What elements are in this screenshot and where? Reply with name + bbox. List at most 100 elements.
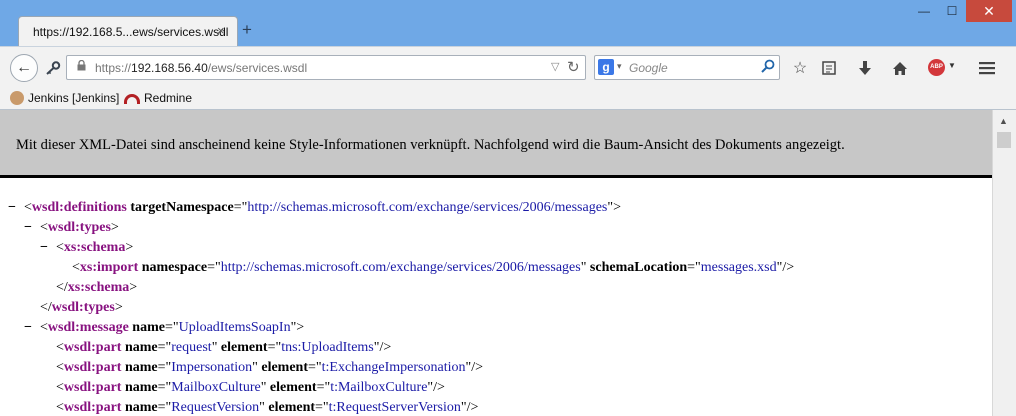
xml-attr-value: t:MailboxCulture — [330, 380, 428, 395]
site-identity-key-icon[interactable] — [40, 57, 66, 79]
home-icon[interactable] — [889, 57, 911, 79]
xml-attr-value: Impersonation — [171, 360, 253, 375]
xml-attr-value: RequestVersion — [171, 400, 260, 415]
star-icon[interactable]: ☆ — [789, 57, 811, 79]
new-tab-icon[interactable]: + — [242, 20, 252, 40]
collapse-toggle-icon[interactable]: − — [24, 318, 40, 338]
xml-attr-value: MailboxCulture — [171, 380, 261, 395]
reload-icon[interactable]: ↻ — [567, 58, 580, 76]
scroll-up-icon[interactable]: ▲ — [999, 116, 1008, 126]
xml-line: <xs:import namespace="http://schemas.mic… — [72, 260, 795, 275]
xml-attr-name: element — [269, 380, 317, 395]
xml-attr-name: name — [124, 360, 158, 375]
xml-bracket: /> — [471, 360, 483, 375]
xml-bracket: < — [56, 400, 64, 415]
bookmarks-toolbar: Jenkins [Jenkins] Redmine — [0, 86, 1016, 110]
xml-tag-name: wsdl:part — [63, 380, 122, 395]
back-button[interactable]: ← — [10, 54, 38, 82]
adblock-dropdown-icon[interactable]: ▼ — [948, 61, 956, 70]
xml-bracket: /> — [433, 380, 445, 395]
xml-attr-value: http://schemas.microsoft.com/exchange/se… — [220, 260, 581, 275]
xml-bracket: < — [56, 380, 64, 395]
xml-tag-name: xs:import — [79, 260, 139, 275]
xml-bracket: > — [125, 240, 134, 255]
xml-bracket: /> — [466, 400, 479, 415]
collapse-toggle-icon[interactable]: − — [24, 218, 40, 238]
xml-line: <wsdl:part name="MailboxCulture" element… — [56, 380, 445, 395]
xml-tag-name: xs:schema — [67, 280, 130, 295]
xml-attr-value: request — [171, 340, 212, 355]
xml-tag-name: wsdl:part — [63, 400, 122, 415]
tab-title: https://192.168.5...ews/services.wsdl — [33, 25, 229, 39]
maximize-button[interactable]: ☐ — [938, 0, 966, 22]
search-bar[interactable]: g ▾ Google — [594, 55, 780, 80]
download-icon[interactable] — [854, 57, 876, 79]
xml-line: </wsdl:types> — [40, 298, 123, 318]
scrollbar-thumb[interactable] — [997, 132, 1011, 148]
bookmark-label: Redmine — [144, 91, 193, 105]
xml-tag-name: xs:schema — [63, 240, 126, 255]
xml-bracket: < — [40, 220, 48, 235]
xml-attr-name: name — [124, 340, 158, 355]
reader-icon[interactable] — [818, 57, 840, 79]
url-text: https://192.168.56.40/ews/services.wsdl — [95, 61, 308, 75]
xml-attr-value: t:ExchangeImpersonation — [321, 360, 466, 375]
search-input[interactable]: Google — [629, 61, 668, 75]
vertical-scrollbar[interactable]: ▲ — [992, 110, 1016, 416]
xml-line[interactable]: − <xs:schema> — [40, 238, 133, 258]
google-engine-icon[interactable]: g — [598, 59, 614, 75]
xml-attr-value: http://schemas.microsoft.com/exchange/se… — [247, 200, 608, 215]
xml-line: </xs:schema> — [56, 278, 137, 298]
xml-attr-name: targetNamespace — [130, 200, 234, 215]
xml-bracket: /> — [782, 260, 795, 275]
xml-line[interactable]: − <wsdl:definitions targetNamespace="http… — [8, 198, 621, 218]
xml-attr-name: element — [261, 360, 309, 375]
xml-attr-name: name — [132, 320, 165, 335]
xml-attr-name: element — [268, 400, 316, 415]
tab-close-icon[interactable]: × — [217, 23, 225, 38]
history-dropdown-icon[interactable]: ▽ — [551, 60, 559, 73]
close-window-button[interactable]: ✕ — [966, 0, 1012, 22]
bookmark-redmine[interactable]: Redmine — [124, 91, 192, 105]
collapse-toggle-icon[interactable]: − — [40, 238, 56, 258]
xml-attr-value: messages.xsd — [700, 260, 777, 275]
redmine-icon — [124, 94, 140, 104]
xml-bracket: > — [110, 220, 119, 235]
xml-tag-name: wsdl:message — [47, 320, 129, 335]
lock-icon — [77, 59, 86, 74]
jenkins-icon — [10, 91, 24, 105]
xml-line[interactable]: − <wsdl:message name="UploadItemsSoapIn"> — [24, 318, 304, 338]
xml-tag-name: wsdl:types — [47, 220, 111, 235]
xml-attr-name: name — [124, 380, 158, 395]
window-titlebar: https://192.168.5...ews/services.wsdl × … — [0, 0, 1016, 46]
address-bar[interactable]: https://192.168.56.40/ews/services.wsdl … — [66, 55, 586, 80]
search-magnifier-icon[interactable] — [761, 59, 775, 76]
engine-dropdown-icon[interactable]: ▾ — [617, 61, 622, 72]
minimize-button[interactable]: — — [910, 0, 938, 22]
menu-icon[interactable] — [976, 57, 998, 79]
xml-bracket: < — [40, 320, 48, 335]
xml-bracket: > — [114, 300, 123, 315]
xml-tag-name: wsdl:part — [63, 340, 122, 355]
browser-tab[interactable]: https://192.168.5...ews/services.wsdl × — [18, 16, 238, 46]
info-message: Mit dieser XML-Datei sind anscheinend ke… — [16, 137, 845, 153]
xml-line: <wsdl:part name="request" element="tns:U… — [56, 340, 392, 355]
xml-bracket: > — [296, 320, 305, 335]
bookmark-label: Jenkins [Jenkins] — [28, 91, 120, 105]
xml-bracket: < — [56, 240, 64, 255]
xml-bracket: < — [56, 340, 64, 355]
xml-attr-value: t:RequestServerVersion — [328, 400, 461, 415]
key-icon — [46, 61, 61, 75]
xml-line[interactable]: − <wsdl:types> — [24, 218, 119, 238]
bookmark-jenkins[interactable]: Jenkins [Jenkins] — [10, 91, 119, 105]
xml-bracket: > — [129, 280, 138, 295]
adblock-icon[interactable]: ABP — [928, 59, 945, 76]
xml-bracket: > — [613, 200, 621, 215]
xml-bracket: < — [72, 260, 80, 275]
xml-tag-name: wsdl:part — [63, 360, 122, 375]
xml-attr-name: element — [220, 340, 268, 355]
collapse-toggle-icon[interactable]: − — [8, 198, 24, 218]
navigation-toolbar: ← https://192.168.56.40/ews/services.wsd… — [0, 46, 1016, 86]
back-arrow-icon: ← — [16, 59, 32, 76]
xml-info-banner: Mit dieser XML-Datei sind anscheinend ke… — [0, 110, 992, 178]
